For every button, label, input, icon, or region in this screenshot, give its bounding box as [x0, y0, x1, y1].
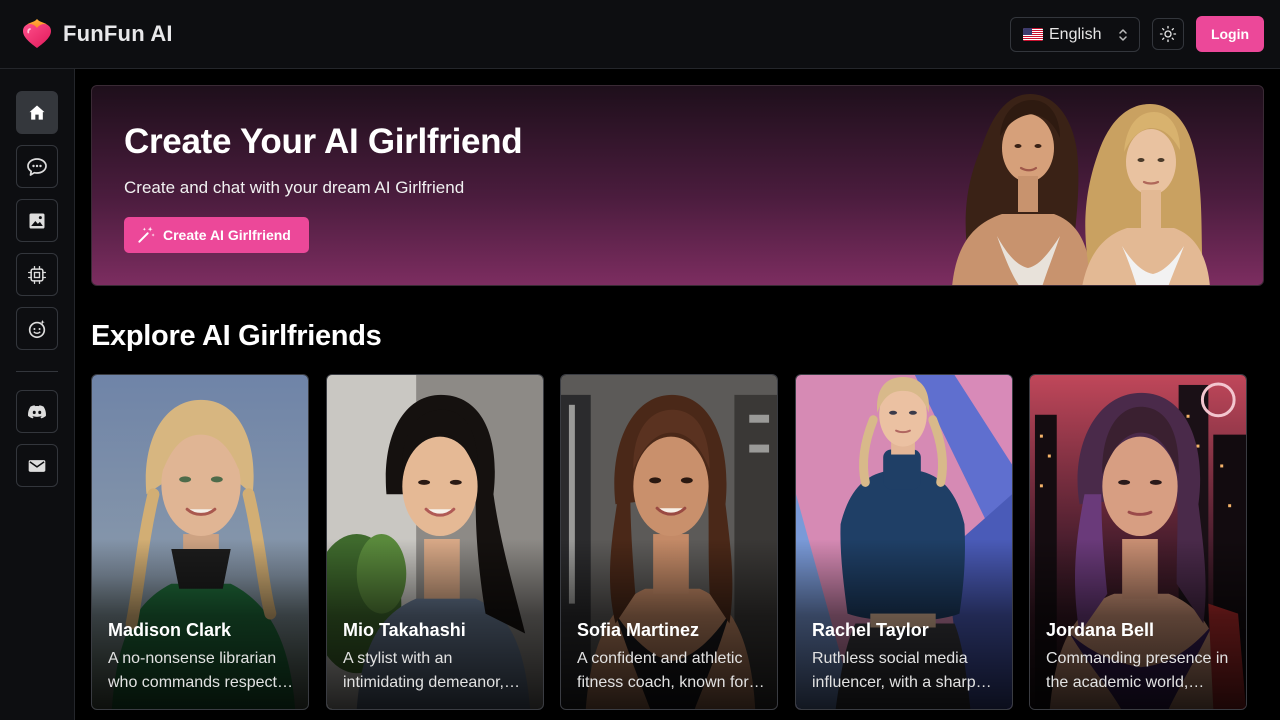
sidebar-item-home[interactable] — [16, 91, 58, 134]
character-card[interactable]: Rachel Taylor Ruthless social media infl… — [795, 374, 1013, 710]
character-name: Jordana Bell — [1046, 620, 1155, 640]
language-value: English — [1049, 25, 1102, 43]
explore-title: Explore AI Girlfriends — [91, 320, 382, 352]
chevron-up-down-icon — [1119, 29, 1127, 41]
create-girlfriend-button[interactable]: Create AI Girlfriend — [124, 217, 309, 253]
us-flag-icon — [1023, 28, 1043, 41]
character-card[interactable]: Sofia Martinez A confident and athletic … — [560, 374, 778, 710]
theme-toggle-button[interactable] — [1152, 18, 1184, 50]
sidebar-item-contact[interactable] — [16, 444, 58, 487]
character-name: Mio Takahashi — [343, 620, 466, 640]
character-name: Madison Clark — [108, 620, 232, 640]
login-button[interactable]: Login — [1196, 16, 1264, 52]
heart-flame-icon — [23, 19, 51, 48]
sidebar-item-discord[interactable] — [16, 390, 58, 433]
face-sparkle-icon — [28, 319, 46, 338]
banner-title: Create Your AI Girlfriend — [124, 122, 523, 161]
character-description: Commanding presence in the academic worl… — [1046, 650, 1229, 691]
top-header: FunFun AI English Login — [0, 0, 1280, 69]
chat-bubble-icon — [27, 157, 47, 176]
create-girlfriend-label: Create AI Girlfriend — [163, 227, 291, 243]
sun-icon — [1159, 25, 1177, 43]
sidebar-divider — [16, 371, 58, 372]
language-select[interactable]: English — [1010, 17, 1140, 52]
character-description: Ruthless social media influencer, with a… — [812, 650, 976, 691]
banner-subtitle: Create and chat with your dream AI Girlf… — [124, 178, 465, 197]
character-card[interactable]: Madison Clark A no-nonsense librarian wh… — [91, 374, 309, 710]
discord-icon — [28, 404, 46, 418]
character-description: A confident and athletic fitness coach, … — [577, 650, 749, 691]
sidebar-item-create-character[interactable] — [16, 307, 58, 350]
brand-name: FunFun AI — [63, 21, 173, 46]
mail-icon — [28, 459, 46, 472]
brand-logo[interactable]: FunFun AI — [20, 17, 173, 51]
magic-wand-icon — [138, 226, 155, 243]
character-card[interactable]: Jordana Bell Commanding presence in the … — [1029, 374, 1247, 710]
home-icon — [29, 105, 45, 120]
cpu-chip-icon — [28, 265, 46, 284]
character-name: Sofia Martinez — [577, 620, 700, 640]
sidebar-item-generate[interactable] — [16, 253, 58, 296]
character-description: A stylist with an intimidating demeanor,… — [343, 650, 504, 691]
character-name: Rachel Taylor — [812, 620, 929, 640]
hero-banner: Create Your AI Girlfriend Create and cha… — [91, 85, 1264, 286]
hero-portraits-image — [952, 94, 1210, 285]
sidebar-item-chat[interactable] — [16, 145, 58, 188]
sidebar — [0, 69, 75, 720]
sidebar-item-gallery[interactable] — [16, 199, 58, 242]
character-card[interactable]: Mio Takahashi A stylist with an intimida… — [326, 374, 544, 710]
character-description: A no-nonsense librarian who commands res… — [108, 650, 277, 691]
image-icon — [29, 213, 45, 228]
